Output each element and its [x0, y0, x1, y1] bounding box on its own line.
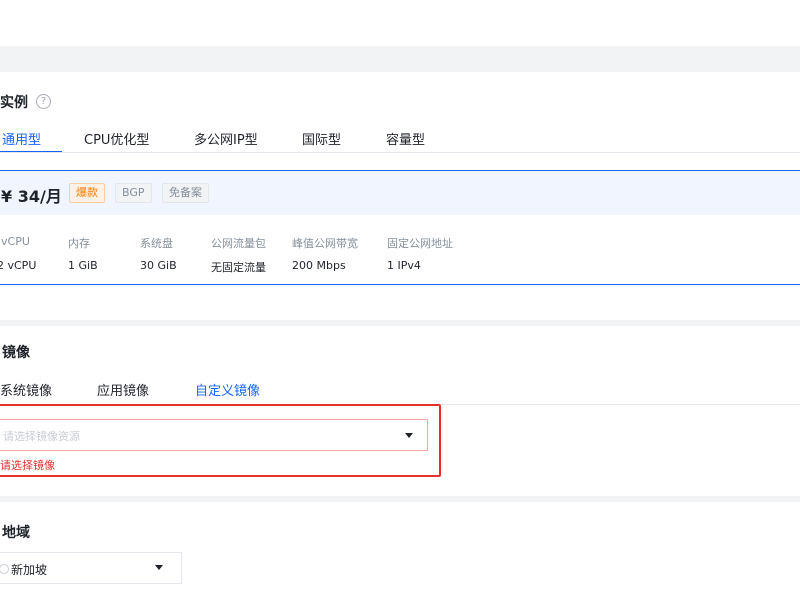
spec-label-bandwidth: 峰值公网带宽: [292, 237, 358, 250]
tab-system-image[interactable]: 系统镜像: [0, 380, 52, 399]
spec-label-vcpu: vCPU: [1, 235, 30, 248]
spec-value-bandwidth: 200 Mbps: [292, 259, 346, 272]
region-section: 地域 新加坡: [0, 502, 800, 600]
spec-value-disk: 30 GiB: [140, 259, 177, 272]
region-section-title: 地域: [2, 525, 30, 541]
image-select-placeholder: 请选择镜像资源: [3, 430, 80, 443]
spec-value-traffic: 无固定流量: [211, 261, 266, 274]
tab-general[interactable]: 通用型: [2, 129, 41, 148]
spec-value-vcpu: 2 vCPU: [0, 259, 37, 272]
image-select[interactable]: 请选择镜像资源: [0, 419, 428, 451]
top-bar: [0, 0, 800, 46]
spec-label-ip: 固定公网地址: [387, 237, 453, 250]
tab-international[interactable]: 国际型: [302, 129, 341, 148]
tab-app-image[interactable]: 应用镜像: [97, 380, 149, 399]
region-selected-value: 新加坡: [11, 563, 48, 577]
instance-section-title: 实例: [0, 95, 28, 111]
tab-cpu-optimized[interactable]: CPU优化型: [84, 129, 149, 148]
plan-card-selected[interactable]: ¥ 34/月 爆款 BGP 免备案 vCPU 2 vCPU 内存 1 GiB 系…: [0, 170, 800, 285]
spec-value-ip: 1 IPv4: [387, 259, 421, 272]
tag-hot: 爆款: [69, 183, 105, 203]
spec-label-memory: 内存: [68, 237, 90, 250]
spec-label-traffic: 公网流量包: [211, 237, 266, 250]
help-icon[interactable]: ?: [36, 94, 51, 109]
region-flag-icon: [0, 564, 9, 574]
image-section-title: 镜像: [2, 345, 30, 361]
spec-value-memory: 1 GiB: [68, 259, 98, 272]
tag-bgp: BGP: [115, 183, 152, 203]
tab-custom-image[interactable]: 自定义镜像: [195, 380, 260, 399]
tabs-divider: [0, 152, 800, 153]
plan-card-header: ¥ 34/月 爆款 BGP 免备案: [0, 171, 800, 215]
chevron-down-icon: [155, 565, 163, 570]
tab-capacity[interactable]: 容量型: [386, 129, 425, 148]
tag-no-filing: 免备案: [162, 183, 209, 203]
image-error-message: 请选择镜像: [0, 459, 55, 472]
spec-label-disk: 系统盘: [140, 237, 173, 250]
tab-multi-ip[interactable]: 多公网IP型: [194, 129, 258, 148]
region-select[interactable]: 新加坡: [0, 552, 182, 584]
image-section: 镜像 系统镜像 应用镜像 自定义镜像 请选择镜像资源 请选择镜像: [0, 326, 800, 496]
chevron-down-icon: [405, 433, 413, 438]
plan-price: ¥ 34/月: [1, 187, 62, 206]
